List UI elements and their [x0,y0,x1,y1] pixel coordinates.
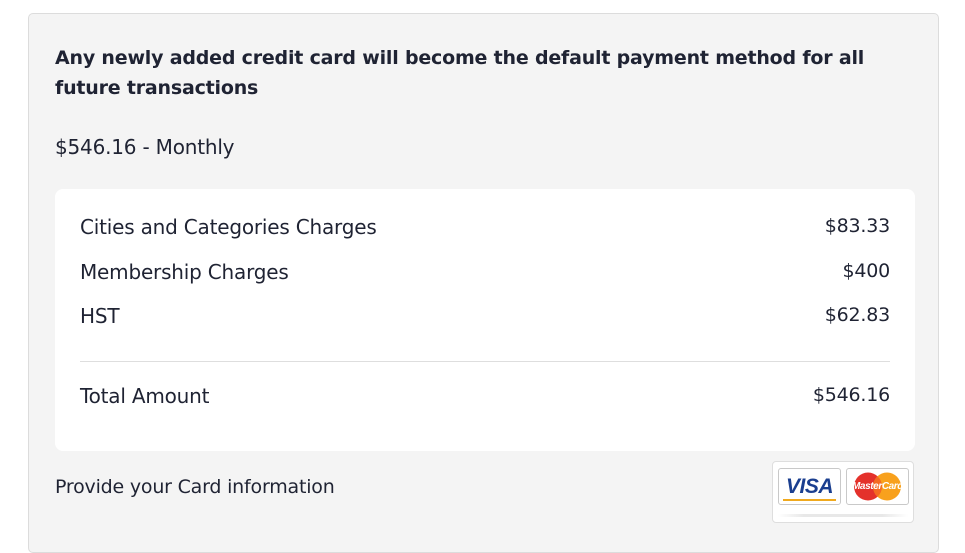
charges-breakdown: Cities and Categories Charges $83.33 Mem… [55,189,915,451]
charge-amount: $83.33 [824,215,890,237]
plan-summary: $546.16 - Monthly [55,135,235,159]
charge-label: HST [80,304,120,328]
card-info-heading: Provide your Card information [55,476,335,498]
charge-row: Cities and Categories Charges $83.33 [80,215,890,239]
charge-amount: $400 [842,260,890,282]
charge-label: Cities and Categories Charges [80,215,377,239]
logo-shadow [778,514,908,517]
charge-label: Membership Charges [80,260,289,284]
total-label: Total Amount [80,384,210,408]
visa-wordmark: VISA [785,475,834,498]
charge-row: HST $62.83 [80,304,890,328]
charge-amount: $62.83 [824,304,890,326]
divider [80,361,890,362]
total-amount: $546.16 [812,384,890,406]
default-card-notice: Any newly added credit card will become … [55,47,865,99]
charge-row: Membership Charges $400 [80,260,890,284]
total-row: Total Amount $546.16 [80,384,890,408]
accepted-cards: VISA MasterCard [772,461,914,523]
mastercard-logo-icon: MasterCard [846,468,909,505]
mastercard-wordmark: MasterCard [851,481,904,492]
payment-panel: Any newly added credit card will become … [28,13,939,553]
visa-accent-bar [783,499,836,501]
visa-logo-icon: VISA [778,468,841,505]
